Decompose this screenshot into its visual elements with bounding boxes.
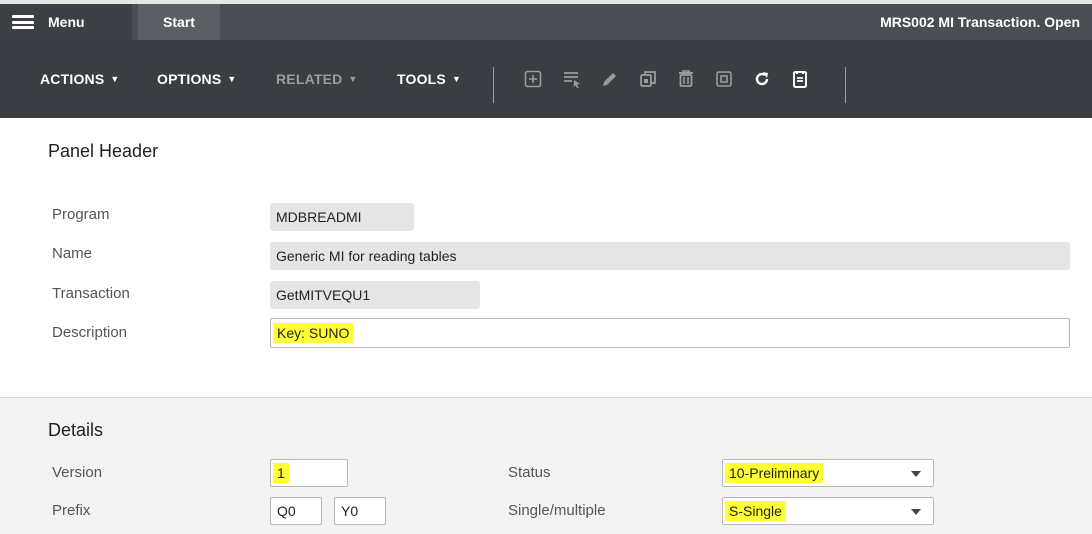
status-label: Status (508, 464, 551, 481)
version-input[interactable]: 1 (270, 459, 348, 487)
version-label: Version (52, 464, 103, 481)
version-value: 1 (273, 463, 289, 483)
chevron-down-icon (911, 509, 921, 515)
tab-start[interactable]: Start (138, 4, 220, 40)
display-icon[interactable] (714, 69, 734, 89)
transaction-field: GetMITVEQU1 (270, 281, 480, 309)
prefix-input-1[interactable]: Q0 (270, 497, 322, 525)
prefix-value-2: Y0 (341, 503, 359, 519)
add-icon[interactable] (523, 69, 543, 89)
caret-down-icon: ▼ (110, 74, 120, 84)
caret-down-icon: ▼ (227, 74, 237, 84)
edit-icon[interactable] (600, 69, 620, 89)
prefix-value-1: Q0 (277, 503, 296, 519)
status-value: 10-Preliminary (725, 463, 824, 483)
options-label: OPTIONS (157, 71, 222, 87)
tools-label: TOOLS (397, 71, 446, 87)
copy-icon[interactable] (638, 69, 658, 89)
caret-down-icon: ▼ (348, 74, 358, 84)
refresh-icon[interactable] (752, 69, 772, 89)
description-input[interactable]: Key: SUNO (270, 318, 1070, 348)
single-multiple-value: S-Single (725, 501, 786, 521)
chevron-down-icon (911, 471, 921, 477)
actions-menu[interactable]: ACTIONS ▼ (40, 40, 120, 118)
prefix-input-2[interactable]: Y0 (334, 497, 386, 525)
toolbar: ACTIONS ▼ OPTIONS ▼ RELATED ▼ TOOLS ▼ (0, 40, 1092, 118)
delete-icon[interactable] (676, 69, 696, 89)
hamburger-icon (12, 15, 34, 29)
name-value: Generic MI for reading tables (276, 248, 457, 264)
related-menu[interactable]: RELATED ▼ (276, 40, 358, 118)
name-field: Generic MI for reading tables (270, 242, 1070, 270)
description-value: Key: SUNO (273, 323, 354, 343)
menu-label: Menu (48, 14, 85, 30)
top-bar: Menu Start MRS002 MI Transaction. Open (0, 0, 1092, 40)
single-multiple-select[interactable]: S-Single (722, 497, 934, 525)
toolbar-separator (493, 67, 494, 103)
prefix-label: Prefix (52, 502, 91, 519)
name-label: Name (52, 245, 93, 262)
caret-down-icon: ▼ (451, 74, 462, 84)
start-label: Start (163, 14, 195, 30)
actions-label: ACTIONS (40, 71, 105, 87)
notes-icon[interactable] (790, 69, 810, 89)
window-title: MRS002 MI Transaction. Open (880, 14, 1080, 30)
status-select[interactable]: 10-Preliminary (722, 459, 934, 487)
related-label: RELATED (276, 71, 343, 87)
toolbar-separator (845, 67, 846, 103)
panel-header-title: Panel Header (48, 141, 159, 161)
transaction-label: Transaction (52, 285, 130, 302)
options-menu[interactable]: OPTIONS ▼ (157, 40, 237, 118)
menu-button[interactable]: Menu (0, 4, 132, 40)
filter-list-icon[interactable] (562, 69, 582, 89)
program-label: Program (52, 206, 110, 223)
transaction-value: GetMITVEQU1 (276, 287, 371, 303)
program-value: MDBREADMI (276, 209, 362, 225)
details-title: Details (48, 420, 104, 440)
single-multiple-label: Single/multiple (508, 502, 606, 519)
program-field: MDBREADMI (270, 203, 414, 231)
description-label: Description (52, 324, 128, 341)
tools-menu[interactable]: TOOLS ▼ (397, 40, 461, 118)
